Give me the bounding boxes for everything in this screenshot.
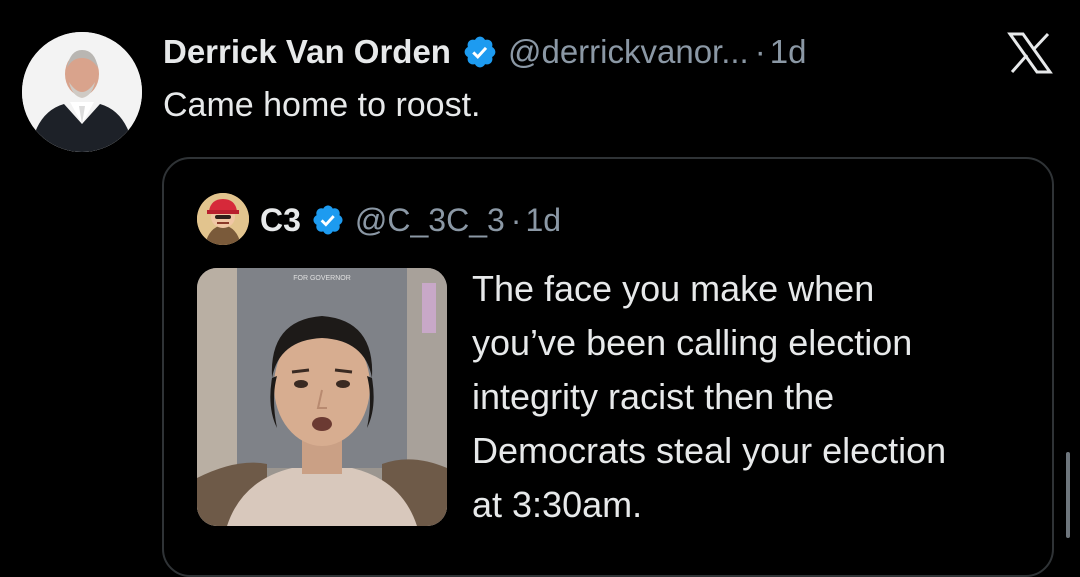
avatar-portrait-icon (22, 32, 142, 152)
media-caption: FOR GOVERNOR (293, 275, 351, 282)
quote-media-thumbnail[interactable]: FOR GOVERNOR (197, 268, 447, 526)
quote-author-avatar[interactable] (197, 193, 249, 245)
tweet-text: Came home to roost. (163, 86, 481, 124)
quote-text-line: integrity racist then the (472, 376, 835, 417)
quote-author-name[interactable]: C3 (260, 202, 301, 239)
quote-header: C3 @C_3C_3 · 1d (260, 198, 561, 242)
tweet-timestamp[interactable]: 1d (770, 33, 807, 71)
author-name[interactable]: Derrick Van Orden (163, 33, 451, 71)
quote-text-line: at 3:30am. (472, 484, 643, 525)
quote-timestamp[interactable]: 1d (525, 202, 561, 239)
verified-badge-icon (462, 34, 498, 70)
tweet-header: Derrick Van Orden @derrickvanor... · 1d (163, 30, 806, 74)
cartoon-avatar-icon (197, 193, 249, 245)
separator-dot: · (510, 201, 522, 238)
scrollbar-thumb[interactable] (1066, 452, 1070, 538)
quote-text-line: you’ve been calling election (472, 322, 913, 363)
quote-text-line: The face you make when (472, 268, 875, 309)
author-avatar[interactable] (22, 32, 142, 152)
author-handle[interactable]: @derrickvanor... (508, 33, 749, 71)
separator-dot: · (754, 33, 766, 70)
quote-author-handle[interactable]: @C_3C_3 (355, 202, 505, 239)
woman-portrait-image: FOR GOVERNOR (197, 268, 447, 526)
verified-badge-icon (311, 203, 345, 237)
quote-text-line: Democrats steal your election (472, 430, 947, 471)
quote-text: The face you make when you’ve been calli… (472, 262, 1032, 532)
x-logo-icon[interactable] (1006, 32, 1054, 74)
